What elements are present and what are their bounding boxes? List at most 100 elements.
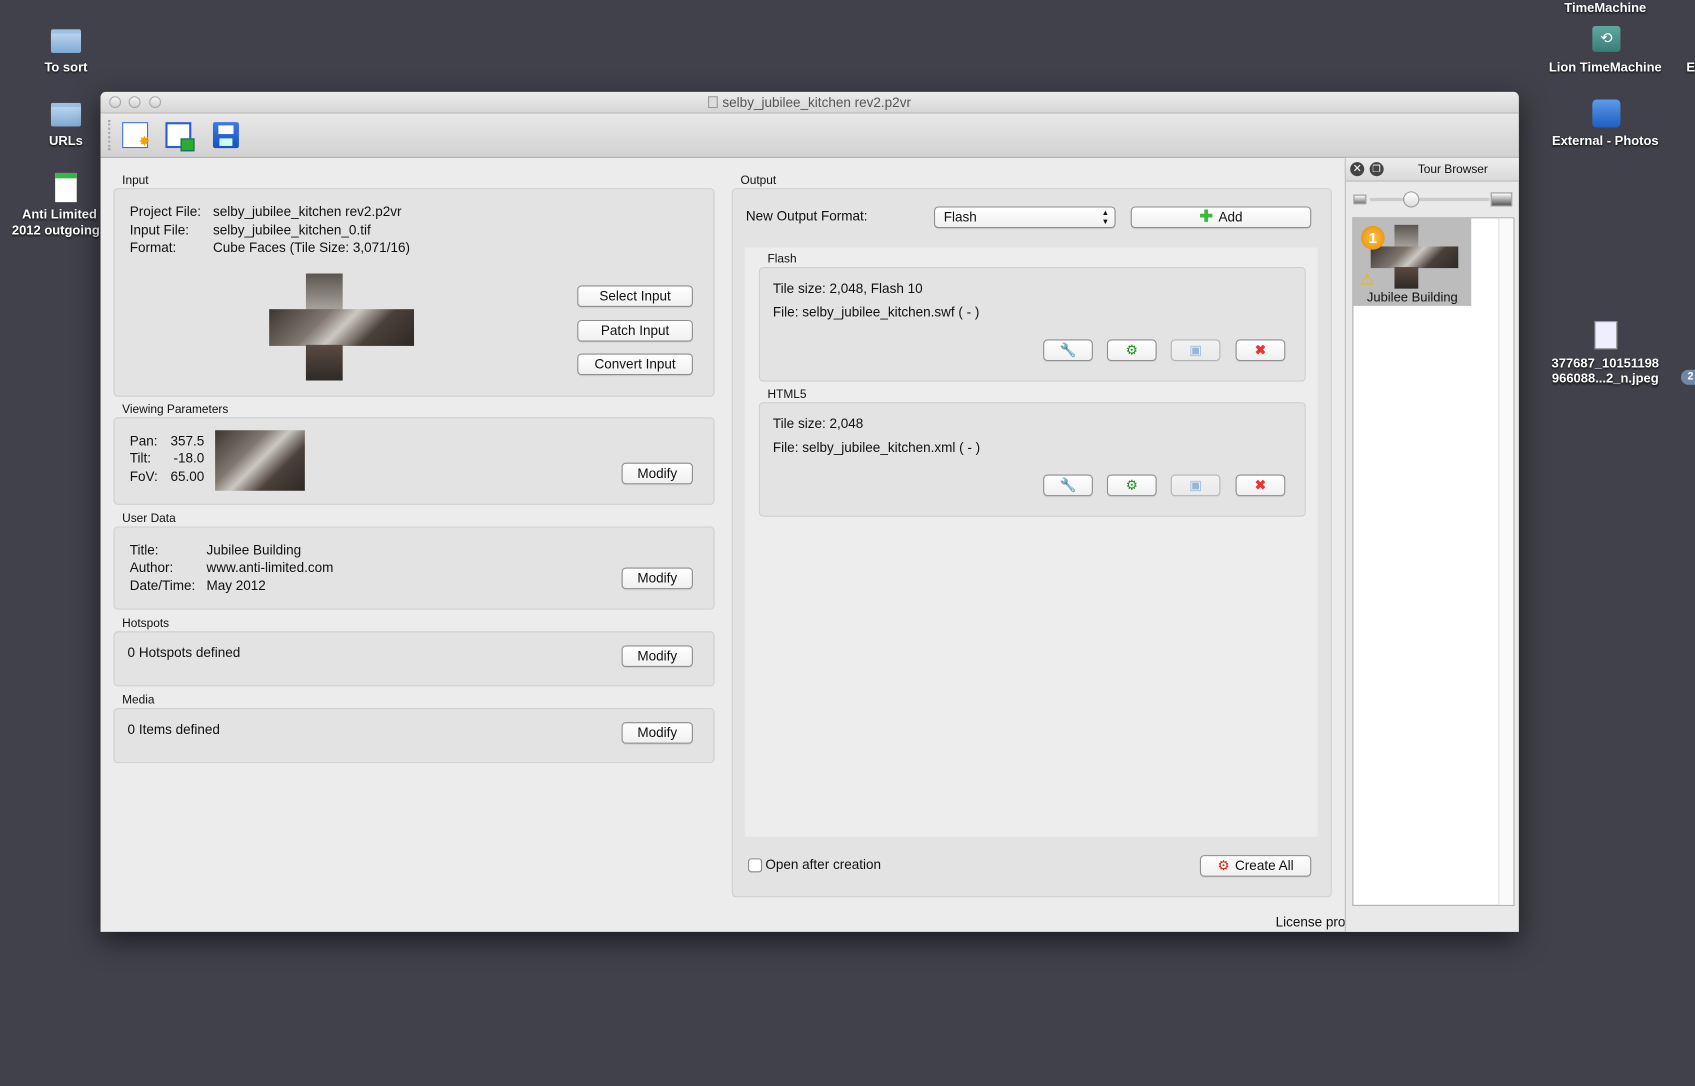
desktop-label-edge[interactable]: E (1680, 59, 1695, 74)
project-file-label: Project File: (129, 204, 202, 220)
modify-userdata-button[interactable]: Modify (621, 567, 693, 590)
modify-hotspots-button[interactable]: Modify (621, 645, 693, 667)
tour-list: 1 ⚠ Jubilee Building (1352, 217, 1515, 906)
modify-media-button[interactable]: Modify (621, 722, 693, 744)
hotspots-group-label: Hotspots (122, 617, 170, 631)
open-after-creation-checkbox[interactable] (748, 858, 763, 873)
open-after-creation-label[interactable]: Open after creation (765, 857, 881, 872)
desktop-label-lion-timemachine[interactable]: Lion TimeMachine (1530, 59, 1681, 74)
create-all-button[interactable]: ⚙ Create All (1199, 855, 1312, 877)
tour-browser-panel: ✕ ❐ Tour Browser 1 ⚠ Jubilee Building (1344, 157, 1519, 932)
window-title: selby_jubilee_kitchen rev2.p2vr (722, 95, 911, 111)
warning-icon: ⚠ (1359, 270, 1375, 289)
small-thumbnail-icon (1353, 194, 1367, 205)
output-format-select[interactable]: Flash ▲ ▼ (933, 206, 1116, 229)
media-group-label: Media (122, 694, 155, 707)
html5-delete-button[interactable]: ✖ (1235, 474, 1286, 497)
desktop-label-to-sort[interactable]: To sort (0, 59, 142, 74)
output-group-label: Output (740, 174, 777, 188)
gears-icon: ⚙ (1125, 342, 1138, 358)
toolbar-grip[interactable] (108, 119, 111, 151)
html5-preview-button[interactable]: ▣ (1170, 474, 1221, 497)
add-label: Add (1218, 209, 1243, 225)
flash-preview-button[interactable]: ▣ (1170, 339, 1221, 362)
desktop-label-jpeg-2[interactable]: 966088...2_n.jpeg (1530, 371, 1681, 386)
hotspots-count: 0 Hotspots defined (127, 645, 241, 661)
jpeg-file-icon[interactable] (1594, 321, 1618, 350)
title-label: Title: (129, 542, 159, 558)
delete-x-icon: ✖ (1254, 477, 1267, 493)
select-arrows-icon: ▲ ▼ (1101, 209, 1110, 226)
format-value: Cube Faces (Tile Size: 3,071/16) (212, 239, 410, 256)
tilt-value: -18.0 (173, 450, 205, 466)
order-badge: 1 (1360, 225, 1385, 250)
spreadsheet-icon[interactable] (55, 172, 77, 203)
author-label: Author: (129, 559, 174, 576)
count-badge: 2 (1680, 369, 1695, 385)
datetime-label: Date/Time: (129, 578, 196, 594)
html5-file: File: selby_jubilee_kitchen.xml ( - ) (772, 439, 981, 456)
detach-panel-icon[interactable]: ❐ (1369, 162, 1384, 177)
html5-tile-size: Tile size: 2,048 (772, 416, 864, 432)
convert-input-button[interactable]: Convert Input (577, 353, 693, 376)
tour-item-label: Jubilee Building (1366, 289, 1458, 305)
thumbnail-size-slider[interactable] (1369, 197, 1490, 202)
desktop-label-external-photos[interactable]: External - Photos (1530, 133, 1681, 148)
flash-build-button[interactable]: ⚙ (1106, 339, 1157, 362)
html5-format-label: HTML5 (767, 388, 807, 402)
input-group-label: Input (122, 174, 149, 188)
document-icon (708, 96, 719, 109)
view-preview-thumbnail (215, 430, 305, 491)
external-drive-icon[interactable] (1592, 99, 1621, 128)
input-file-label: Input File: (129, 222, 190, 238)
tour-list-scrollbar[interactable] (1498, 218, 1514, 905)
add-output-button[interactable]: ✚ Add (1130, 206, 1312, 229)
plus-icon: ✚ (1199, 207, 1214, 226)
input-file-value: selby_jubilee_kitchen_0.tif (212, 222, 371, 238)
format-label: Format: (129, 239, 177, 256)
fov-value: 65.00 (170, 469, 205, 485)
flash-delete-button[interactable]: ✖ (1235, 339, 1286, 362)
html5-build-button[interactable]: ⚙ (1106, 474, 1157, 497)
close-panel-icon[interactable]: ✕ (1350, 162, 1365, 177)
tour-browser-title: Tour Browser (1417, 163, 1488, 177)
monitor-icon: ▣ (1189, 477, 1202, 493)
create-all-label: Create All (1235, 858, 1294, 874)
title-bar[interactable]: selby_jubilee_kitchen rev2.p2vr (100, 91, 1519, 114)
modify-viewing-button[interactable]: Modify (621, 462, 693, 485)
tilt-label: Tilt: (129, 450, 151, 466)
pan-value: 357.5 (170, 433, 205, 449)
delete-x-icon: ✖ (1254, 342, 1267, 358)
userdata-group-label: User Data (122, 512, 176, 526)
output-format-value: Flash (943, 209, 977, 225)
datetime-value: May 2012 (206, 578, 266, 594)
slider-thumb[interactable] (1403, 191, 1420, 208)
time-machine-drive-icon[interactable]: ⟲ (1592, 25, 1621, 52)
monitor-icon: ▣ (1189, 342, 1202, 358)
select-input-button[interactable]: Select Input (577, 285, 693, 308)
html5-settings-button[interactable]: 🔧 (1043, 474, 1093, 497)
tour-item-jubilee-building[interactable]: 1 ⚠ Jubilee Building (1353, 218, 1472, 306)
large-thumbnail-icon (1490, 192, 1513, 207)
desktop-label-timemachine[interactable]: TimeMachine (1530, 0, 1681, 15)
tour-browser-header: ✕ ❐ Tour Browser (1345, 157, 1519, 182)
project-file-value: selby_jubilee_kitchen rev2.p2vr (212, 204, 402, 220)
viewing-group-label: Viewing Parameters (122, 403, 229, 417)
open-project-icon[interactable] (165, 122, 195, 152)
new-project-icon[interactable]: ✸ (122, 122, 150, 149)
flash-format-label: Flash (767, 252, 797, 266)
urls-folder-icon[interactable] (50, 102, 82, 127)
to-sort-folder-icon[interactable] (50, 29, 82, 53)
author-value: www.anti-limited.com (206, 559, 334, 576)
toolbar: ✸ (100, 113, 1519, 158)
patch-input-button[interactable]: Patch Input (577, 319, 693, 342)
flash-file: File: selby_jubilee_kitchen.swf ( - ) (772, 304, 980, 320)
desktop-label-jpeg-1[interactable]: 377687_10151198 (1530, 356, 1681, 371)
flash-settings-button[interactable]: 🔧 (1043, 339, 1093, 362)
title-value: Jubilee Building (206, 542, 302, 558)
pan-label: Pan: (129, 433, 158, 449)
save-icon[interactable] (212, 122, 239, 149)
new-output-format-label: New Output Format: (745, 208, 868, 224)
gears-icon: ⚙ (1125, 477, 1138, 493)
wrench-icon: 🔧 (1059, 477, 1077, 493)
